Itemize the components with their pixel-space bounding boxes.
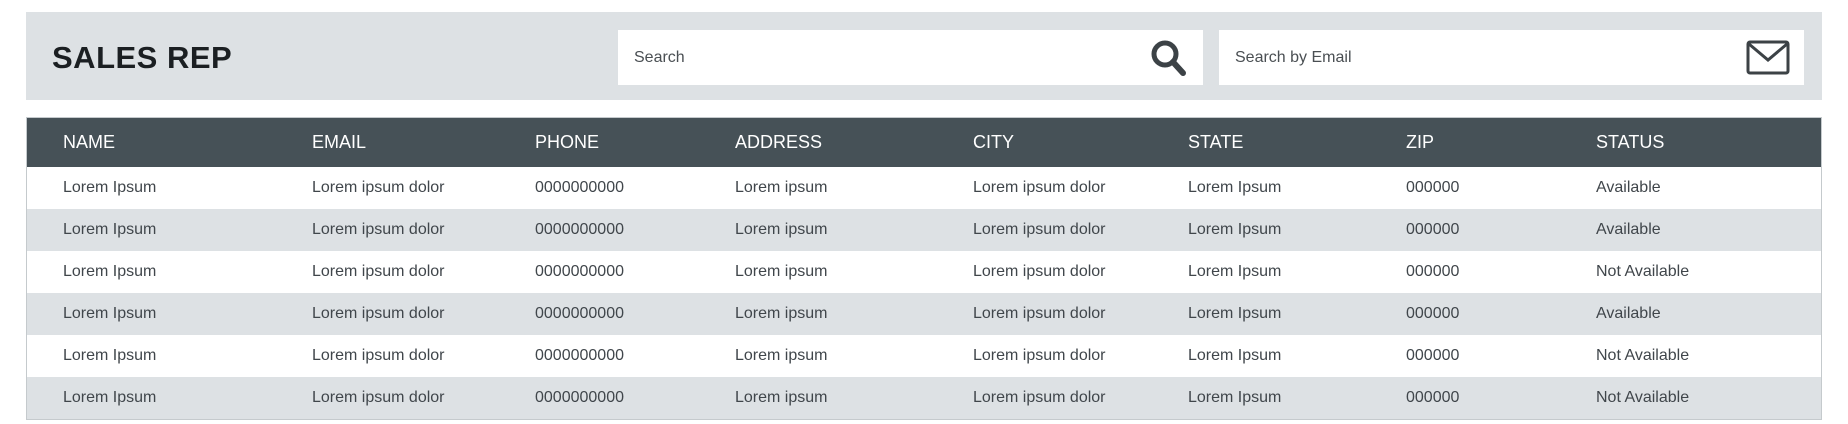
cell-name: Lorem Ipsum <box>63 347 157 364</box>
cell-phone: 0000000000 <box>535 305 624 322</box>
cell-state: Lorem Ipsum <box>1188 389 1282 406</box>
cell-status: Available <box>1596 179 1661 196</box>
cell-email: Lorem ipsum dolor <box>312 221 445 238</box>
table-row[interactable]: Lorem Ipsum Lorem ipsum dolor 0000000000 Lo… <box>27 209 1821 251</box>
cell-state: Lorem Ipsum <box>1188 305 1282 322</box>
cell-address: Lorem ipsum <box>735 221 828 238</box>
cell-state: Lorem Ipsum <box>1188 179 1282 196</box>
cell-zip: 000000 <box>1406 221 1460 238</box>
cell-status: Available <box>1596 305 1661 322</box>
table-row[interactable]: Lorem Ipsum Lorem ipsum dolor 0000000000 Lo… <box>27 167 1821 209</box>
column-header-status[interactable]: STATUS <box>1596 118 1821 167</box>
cell-zip: 000000 <box>1406 305 1460 322</box>
cell-status: Not Available <box>1596 347 1690 364</box>
sales-rep-page: SALES REP NAMEEMAILPHONEADDRE <box>0 0 1848 424</box>
cell-address: Lorem ipsum <box>735 263 828 280</box>
cell-phone: 0000000000 <box>535 221 624 238</box>
envelope-icon[interactable] <box>1746 38 1790 78</box>
cell-address: Lorem ipsum <box>735 347 828 364</box>
column-header-email[interactable]: EMAIL <box>312 118 535 167</box>
cell-city: Lorem ipsum dolor <box>973 221 1106 238</box>
email-search-box <box>1219 30 1804 85</box>
column-header-phone[interactable]: PHONE <box>535 118 735 167</box>
cell-address: Lorem ipsum <box>735 305 828 322</box>
column-header-address[interactable]: ADDRESS <box>735 118 973 167</box>
cell-address: Lorem ipsum <box>735 389 828 406</box>
cell-city: Lorem ipsum dolor <box>973 347 1106 364</box>
column-header-name[interactable]: NAME <box>27 118 312 167</box>
cell-phone: 0000000000 <box>535 179 624 196</box>
name-search-box <box>618 30 1203 85</box>
column-header-zip[interactable]: ZIP <box>1406 118 1596 167</box>
cell-city: Lorem ipsum dolor <box>973 305 1106 322</box>
cell-city: Lorem ipsum dolor <box>973 263 1106 280</box>
header-bar: SALES REP <box>26 12 1822 100</box>
cell-name: Lorem Ipsum <box>63 179 157 196</box>
cell-zip: 000000 <box>1406 389 1460 406</box>
page-title: SALES REP <box>52 40 233 75</box>
cell-city: Lorem ipsum dolor <box>973 179 1106 196</box>
table-row[interactable]: Lorem Ipsum Lorem ipsum dolor 0000000000 Lo… <box>27 251 1821 293</box>
cell-email: Lorem ipsum dolor <box>312 263 445 280</box>
cell-name: Lorem Ipsum <box>63 263 157 280</box>
cell-zip: 000000 <box>1406 263 1460 280</box>
table-row[interactable]: Lorem Ipsum Lorem ipsum dolor 0000000000 Lo… <box>27 293 1821 335</box>
cell-status: Not Available <box>1596 263 1690 280</box>
cell-city: Lorem ipsum dolor <box>973 389 1106 406</box>
table-row[interactable]: Lorem Ipsum Lorem ipsum dolor 0000000000 Lo… <box>27 377 1821 419</box>
cell-state: Lorem Ipsum <box>1188 347 1282 364</box>
search-input[interactable] <box>634 30 1114 85</box>
cell-phone: 0000000000 <box>535 389 624 406</box>
cell-zip: 000000 <box>1406 179 1460 196</box>
search-icon[interactable] <box>1148 38 1192 78</box>
cell-state: Lorem Ipsum <box>1188 263 1282 280</box>
cell-phone: 0000000000 <box>535 263 624 280</box>
cell-status: Available <box>1596 221 1661 238</box>
cell-email: Lorem ipsum dolor <box>312 179 445 196</box>
cell-email: Lorem ipsum dolor <box>312 389 445 406</box>
cell-name: Lorem Ipsum <box>63 305 157 322</box>
column-header-city[interactable]: CITY <box>973 118 1188 167</box>
cell-email: Lorem ipsum dolor <box>312 347 445 364</box>
cell-email: Lorem ipsum dolor <box>312 305 445 322</box>
cell-name: Lorem Ipsum <box>63 389 157 406</box>
cell-address: Lorem ipsum <box>735 179 828 196</box>
cell-state: Lorem Ipsum <box>1188 221 1282 238</box>
cell-zip: 000000 <box>1406 347 1460 364</box>
column-header-state[interactable]: STATE <box>1188 118 1406 167</box>
table-header-row: NAME EMAIL PHONE ADDRESS CITY STATE ZIP STATUS <box>27 118 1821 167</box>
cell-phone: 0000000000 <box>535 347 624 364</box>
cell-status: Not Available <box>1596 389 1690 406</box>
sales-rep-table: NAME EMAIL PHONE ADDRESS CITY STATE ZIP STATUS … <box>26 117 1822 420</box>
cell-name: Lorem Ipsum <box>63 221 157 238</box>
email-search-input[interactable] <box>1235 30 1715 85</box>
table-row[interactable]: Lorem Ipsum Lorem ipsum dolor 0000000000 Lo… <box>27 335 1821 377</box>
